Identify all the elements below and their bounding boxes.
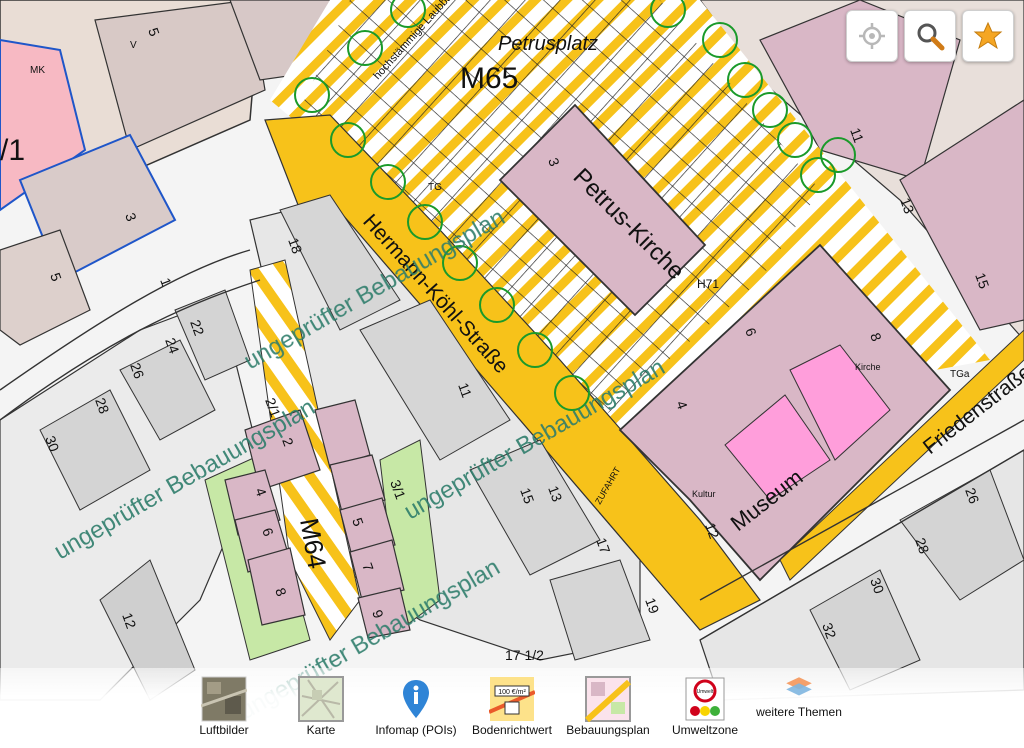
layer-bebauungsplan-label: Bebauungsplan — [566, 723, 650, 737]
layer-karte-label: Karte — [306, 723, 336, 737]
environmental-zone-sign: Umwelt — [697, 689, 714, 695]
square-code-label: M65 — [460, 62, 518, 95]
layers-icon — [786, 677, 812, 696]
environmental-zone-icon: Umwelt — [685, 677, 725, 721]
layer-bebauungsplan[interactable]: Bebauungsplan — [563, 676, 653, 737]
layer-weitere-themen-label: weitere Themen — [756, 705, 842, 719]
mk-num-label: V — [130, 40, 137, 51]
info-pin-icon — [403, 680, 429, 718]
land-value-icon: 100 €/m² — [489, 677, 535, 721]
layer-infomap-label: Infomap (POIs) — [375, 723, 457, 737]
house-number: 17 1/2 — [505, 647, 544, 663]
land-value-sign: 100 €/m² — [498, 689, 526, 696]
layer-bodenrichtwert[interactable]: 100 €/m² Bodenrichtwert — [467, 676, 557, 737]
map-icon — [298, 676, 344, 722]
aerial-photo-icon — [201, 676, 247, 722]
favorites-button[interactable] — [962, 10, 1014, 62]
layer-infomap[interactable]: Infomap (POIs) — [371, 676, 461, 737]
zoning-plan-icon — [585, 676, 631, 722]
zone-11-label: /1 — [0, 134, 25, 167]
tga-label: TGa — [950, 369, 970, 380]
layer-umweltzone-label: Umweltzone — [671, 723, 739, 737]
layer-luftbilder[interactable]: Luftbilder — [179, 676, 269, 737]
layer-karte[interactable]: Karte — [276, 676, 366, 737]
crosshair-icon — [859, 23, 885, 49]
search-button[interactable] — [904, 10, 956, 62]
kultur-label: Kultur — [692, 489, 716, 499]
layer-bodenrichtwert-label: Bodenrichtwert — [471, 723, 553, 737]
zoning-map[interactable]: 18 22 24 26 28 30 2 4 6 8 2/1 3/1 5 7 9 … — [0, 0, 1024, 748]
tg-label: TG — [428, 182, 442, 193]
locate-button[interactable] — [846, 10, 898, 62]
magnifier-icon — [917, 23, 945, 51]
square-name-label: Petrusplatz — [498, 33, 598, 55]
mk-label: MK — [30, 65, 45, 76]
star-icon — [973, 21, 1003, 50]
layer-luftbilder-label: Luftbilder — [199, 723, 249, 737]
kirche-label: Kirche — [855, 362, 881, 372]
h71-label: H71 — [697, 277, 719, 291]
layer-weitere-themen[interactable]: weitere Themen — [754, 676, 844, 719]
layer-umweltzone[interactable]: Umwelt Umweltzone — [660, 676, 750, 737]
